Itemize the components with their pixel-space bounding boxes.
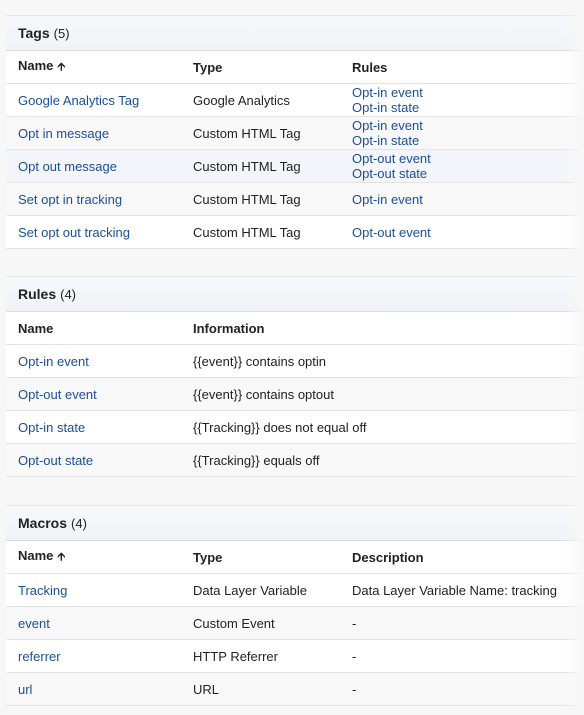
rules-header: Rules (4) bbox=[6, 276, 584, 312]
rule-information: {{Tracking}} does not equal off bbox=[193, 419, 367, 435]
rule-link[interactable]: Opt-out state bbox=[352, 166, 584, 181]
table-row: Opt-out event {{event}} contains optout bbox=[6, 378, 584, 411]
macro-type: Custom Event bbox=[193, 615, 275, 631]
rule-name-link[interactable]: Opt-out state bbox=[6, 453, 193, 468]
column-name[interactable]: Name 🡩 bbox=[6, 58, 193, 77]
table-header: Name 🡩 Type Description bbox=[6, 541, 584, 574]
table-row: Google Analytics Tag Google Analytics Opt-… bbox=[6, 84, 584, 117]
tag-name-link[interactable]: Set opt in tracking bbox=[6, 192, 193, 207]
table-header: Name 🡩 Type Rules bbox=[6, 51, 584, 84]
section-title: Rules bbox=[18, 286, 57, 302]
tag-type: Custom HTML Tag bbox=[193, 224, 301, 240]
table-row: Opt-out state {{Tracking}} equals off bbox=[6, 444, 584, 477]
tag-type: Google Analytics bbox=[193, 92, 290, 108]
macro-type: Data Layer Variable bbox=[193, 582, 307, 598]
rule-link[interactable]: Opt-in event bbox=[352, 85, 584, 100]
column-name[interactable]: Name bbox=[6, 321, 193, 336]
rule-link[interactable]: Opt-out event bbox=[352, 151, 584, 166]
section-count: (5) bbox=[53, 25, 70, 41]
macro-description: Data Layer Variable Name: tracking bbox=[352, 582, 557, 598]
rule-link[interactable]: Opt-out event bbox=[352, 225, 584, 240]
table-row: Set opt out tracking Custom HTML Tag Opt-o… bbox=[6, 216, 584, 249]
tag-rules: Opt-out event Opt-out state bbox=[352, 151, 584, 181]
macro-name-link[interactable]: referrer bbox=[6, 649, 193, 664]
macro-name-link[interactable]: event bbox=[6, 616, 193, 631]
macro-type: HTTP Referrer bbox=[193, 648, 278, 664]
table-row: Tracking Data Layer Variable Data Layer Va… bbox=[6, 574, 584, 607]
macro-name-link[interactable]: Tracking bbox=[6, 583, 193, 598]
table-row: Opt in message Custom HTML Tag Opt-in even… bbox=[6, 117, 584, 150]
table-row: url URL - bbox=[6, 673, 584, 706]
section-title: Macros bbox=[18, 515, 68, 531]
macro-type: URL bbox=[193, 681, 220, 697]
rule-name-link[interactable]: Opt-out event bbox=[6, 387, 193, 402]
rule-name-link[interactable]: Opt-in event bbox=[6, 354, 193, 369]
rule-information: {{event}} contains optout bbox=[193, 386, 334, 402]
table-row: Opt out message Custom HTML Tag Opt-out ev… bbox=[6, 150, 584, 183]
section-count: (4) bbox=[60, 286, 77, 302]
macro-name-link[interactable]: url bbox=[6, 682, 193, 697]
column-rules[interactable]: Rules bbox=[352, 60, 584, 75]
tag-rules: Opt-in event Opt-in state bbox=[352, 85, 584, 115]
column-description[interactable]: Description bbox=[352, 550, 584, 565]
macros-section: Macros (4) Name 🡩 Type Description Tracki… bbox=[6, 505, 584, 706]
tags-header: Tags (5) bbox=[6, 15, 584, 51]
rule-information: {{event}} contains optin bbox=[193, 353, 327, 369]
column-name[interactable]: Name 🡩 bbox=[6, 548, 193, 567]
tag-rules: Opt-in event bbox=[352, 192, 584, 207]
rule-information: {{Tracking}} equals off bbox=[193, 452, 320, 468]
section-count: (4) bbox=[71, 515, 87, 531]
table-row: event Custom Event - bbox=[6, 607, 584, 640]
table-row: Set opt in tracking Custom HTML Tag Opt-in… bbox=[6, 183, 584, 216]
tag-name-link[interactable]: Opt in message bbox=[6, 126, 193, 141]
arrow-up-icon: 🡩 bbox=[57, 60, 66, 73]
rule-link[interactable]: Opt-in state bbox=[352, 133, 584, 148]
macros-header: Macros (4) bbox=[6, 505, 584, 541]
tag-name-link[interactable]: Set opt out tracking bbox=[6, 225, 193, 240]
tags-section: Tags (5) Name 🡩 Type Rules Google Analyti… bbox=[6, 15, 584, 249]
column-type[interactable]: Type bbox=[193, 550, 352, 565]
rule-link[interactable]: Opt-in state bbox=[352, 100, 584, 115]
macro-description: - bbox=[352, 681, 357, 697]
column-type[interactable]: Type bbox=[193, 60, 352, 75]
rule-link[interactable]: Opt-in event bbox=[352, 118, 584, 133]
arrow-up-icon: 🡩 bbox=[57, 550, 66, 563]
rule-link[interactable]: Opt-in event bbox=[352, 192, 584, 207]
column-information[interactable]: Information bbox=[193, 321, 584, 336]
tag-rules: Opt-in event Opt-in state bbox=[352, 118, 584, 148]
tag-name-link[interactable]: Opt out message bbox=[6, 159, 193, 174]
macro-description: - bbox=[352, 615, 357, 631]
tag-type: Custom HTML Tag bbox=[193, 125, 301, 141]
section-title: Tags bbox=[18, 25, 50, 41]
rules-section: Rules (4) Name Information Opt-in event{… bbox=[6, 276, 584, 477]
table-header: Name Information bbox=[6, 312, 584, 345]
rule-name-link[interactable]: Opt-in state bbox=[6, 420, 193, 435]
table-row: referrer HTTP Referrer - bbox=[6, 640, 584, 673]
macro-description: - bbox=[352, 648, 357, 664]
tag-type: Custom HTML Tag bbox=[193, 191, 301, 207]
table-row: Opt-in event {{event}} contains optin bbox=[6, 345, 584, 378]
tag-type: Custom HTML Tag bbox=[193, 158, 301, 174]
table-row: Opt-in state {{Tracking}} does not equal … bbox=[6, 411, 584, 444]
tag-name-link[interactable]: Google Analytics Tag bbox=[6, 93, 193, 108]
tag-rules: Opt-out event bbox=[352, 225, 584, 240]
